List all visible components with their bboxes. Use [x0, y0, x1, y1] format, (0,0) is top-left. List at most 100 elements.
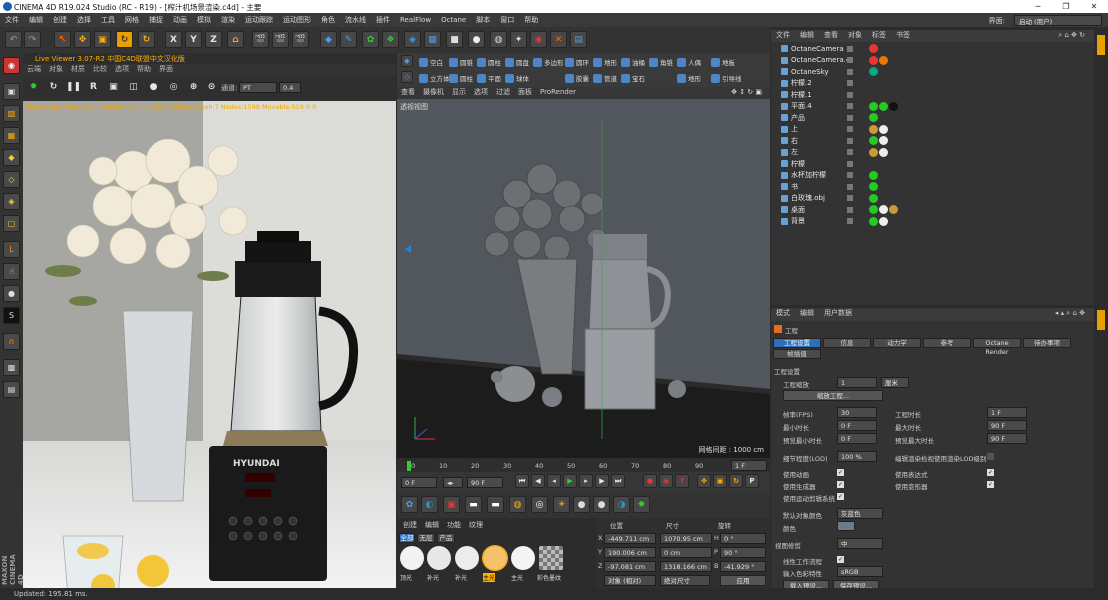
autokey-icon[interactable]: ◉: [659, 474, 673, 488]
material-swatch[interactable]: [427, 546, 451, 570]
size-z-field[interactable]: 1318.166 cm: [660, 561, 712, 572]
tab-project-settings[interactable]: 工程设置: [773, 338, 821, 348]
lod-render-checkbox[interactable]: [987, 453, 994, 460]
om-menu-edit[interactable]: 编辑: [800, 31, 814, 39]
axis-mode-icon[interactable]: L: [3, 241, 20, 258]
om-menu-view[interactable]: 查看: [824, 31, 838, 39]
object-tag-icon[interactable]: [869, 44, 878, 54]
object-tag-icon[interactable]: [879, 216, 888, 226]
deformer-icon[interactable]: ◈: [404, 31, 421, 48]
preview-min-field[interactable]: 0 F: [837, 433, 877, 444]
prim-figure[interactable]: 人偶: [677, 55, 701, 69]
edges-mode-icon[interactable]: ◇: [3, 171, 20, 188]
vp-menu-prorender[interactable]: ProRender: [540, 88, 576, 96]
prim-sphere[interactable]: 球体: [505, 71, 529, 85]
object-row[interactable]: 柠檬.2: [771, 78, 1094, 90]
material-swatch-selected[interactable]: [482, 545, 508, 571]
pause-icon[interactable]: ❚❚: [65, 79, 82, 96]
visibility-toggle[interactable]: [847, 206, 853, 213]
tab-dynamics[interactable]: 动力学: [873, 338, 921, 348]
visibility-toggle[interactable]: [847, 91, 853, 98]
object-tag-icon[interactable]: [879, 55, 888, 65]
menu-item-pipeline[interactable]: 流水线: [340, 13, 371, 25]
object-tag-icon[interactable]: [869, 193, 878, 203]
close-button[interactable]: ✕: [1080, 0, 1108, 13]
tab-todo[interactable]: 待办事项: [1023, 338, 1071, 348]
menu-item-realflow[interactable]: RealFlow: [395, 14, 436, 24]
reset-icon[interactable]: R: [85, 79, 102, 96]
restart-render-icon[interactable]: ↻: [45, 79, 62, 96]
menu-item-render[interactable]: 渲染: [216, 13, 240, 25]
spline-icon[interactable]: ◇: [401, 71, 413, 83]
object-tag-icon[interactable]: [889, 101, 898, 111]
lv-menu-help[interactable]: 帮助: [137, 65, 151, 73]
render-picture-viewer-icon[interactable]: 🎬: [272, 31, 289, 48]
lv-menu-materials[interactable]: 材质: [71, 65, 85, 73]
prim-tube[interactable]: 管道: [593, 71, 617, 85]
object-tag-icon[interactable]: [869, 136, 878, 146]
visibility-toggle[interactable]: [847, 114, 853, 121]
prim-gem[interactable]: 宝石: [621, 71, 645, 85]
object-row[interactable]: 柠檬.1: [771, 89, 1094, 101]
object-row[interactable]: 产品: [771, 112, 1094, 124]
object-tag-icon[interactable]: [879, 124, 888, 134]
menu-item-script[interactable]: 脚本: [471, 13, 495, 25]
scale-field[interactable]: 1: [837, 377, 877, 388]
cube-icon[interactable]: ◆: [320, 31, 337, 48]
axis-z-button[interactable]: Z: [205, 31, 222, 48]
visibility-toggle[interactable]: [847, 80, 853, 87]
material-swatch[interactable]: [455, 546, 479, 570]
use-deformers-checkbox[interactable]: ✓: [987, 481, 994, 488]
undo-icon[interactable]: ↶: [5, 31, 22, 48]
coordinate-system-icon[interactable]: ⌂: [227, 31, 244, 48]
object-tag-icon[interactable]: [869, 182, 878, 192]
recent-tool-icon[interactable]: ↻: [138, 31, 155, 48]
texture-mode-icon[interactable]: ▧: [3, 105, 20, 122]
lv-menu-objects[interactable]: 对象: [49, 65, 63, 73]
move-icon[interactable]: ✥: [74, 31, 91, 48]
tab-octane-render[interactable]: Octane Render: [973, 338, 1021, 356]
visibility-toggle[interactable]: [847, 160, 853, 167]
size-y-field[interactable]: 0 cm: [660, 547, 712, 558]
vp-menu-view[interactable]: 查看: [401, 88, 415, 96]
octane-sphere-light-icon[interactable]: ◎: [531, 496, 548, 513]
end-frame-field[interactable]: 90 F: [467, 477, 503, 488]
octane-live-viewer-icon[interactable]: ◉: [530, 31, 547, 48]
prim-landscape[interactable]: 地形: [593, 55, 617, 69]
vp-menu-filter[interactable]: 过滤: [496, 88, 510, 96]
object-row[interactable]: OctaneCamera.4: [771, 55, 1094, 67]
object-tag-icon[interactable]: [869, 205, 878, 215]
prim-landscape-2[interactable]: 地形: [677, 71, 701, 85]
snap-icon[interactable]: S: [3, 307, 20, 324]
object-tag-icon[interactable]: [869, 55, 878, 65]
xpresso-icon[interactable]: ✦: [510, 31, 527, 48]
object-row[interactable]: 平面.4: [771, 101, 1094, 113]
filter-no-layer[interactable]: 无层: [417, 533, 435, 543]
om-menu-bookmarks[interactable]: 书签: [896, 31, 910, 39]
position-z-field[interactable]: -97.081 cm: [604, 561, 656, 572]
menu-item-simulate[interactable]: 模拟: [192, 13, 216, 25]
vp-menu-camera[interactable]: 摄像机: [423, 88, 444, 96]
object-tag-icon[interactable]: [869, 170, 878, 180]
preview-max-field[interactable]: 90 F: [987, 433, 1027, 444]
octane-node-icon[interactable]: ✿: [401, 496, 418, 513]
fps-field[interactable]: 30: [837, 407, 877, 418]
menu-item-octane[interactable]: Octane: [436, 14, 471, 24]
prev-key-icon[interactable]: ◀: [531, 474, 545, 488]
tag-icon[interactable]: ◍: [490, 31, 507, 48]
object-row[interactable]: OctaneCamera: [771, 43, 1094, 55]
vp-menu-display[interactable]: 显示: [452, 88, 466, 96]
prev-frame-icon[interactable]: ◂: [547, 474, 561, 488]
max-time-field[interactable]: 90 F: [987, 420, 1027, 431]
key-param-icon[interactable]: P: [745, 474, 759, 488]
array-icon[interactable]: ❖: [382, 31, 399, 48]
octane-object-icon[interactable]: ▤: [570, 31, 587, 48]
rotation-h-field[interactable]: 0 °: [720, 533, 766, 544]
om-search-icons[interactable]: ⌕ ⌂ ✥ ↻: [1058, 31, 1085, 40]
use-generators-checkbox[interactable]: ✓: [837, 481, 844, 488]
prim-cone[interactable]: 圆锥: [449, 55, 473, 69]
prim-oiltank[interactable]: 油桶: [621, 55, 645, 69]
object-row[interactable]: 上: [771, 124, 1094, 136]
prim-cylinder[interactable]: 圆柱: [477, 55, 501, 69]
menu-item-character[interactable]: 角色: [316, 13, 340, 25]
